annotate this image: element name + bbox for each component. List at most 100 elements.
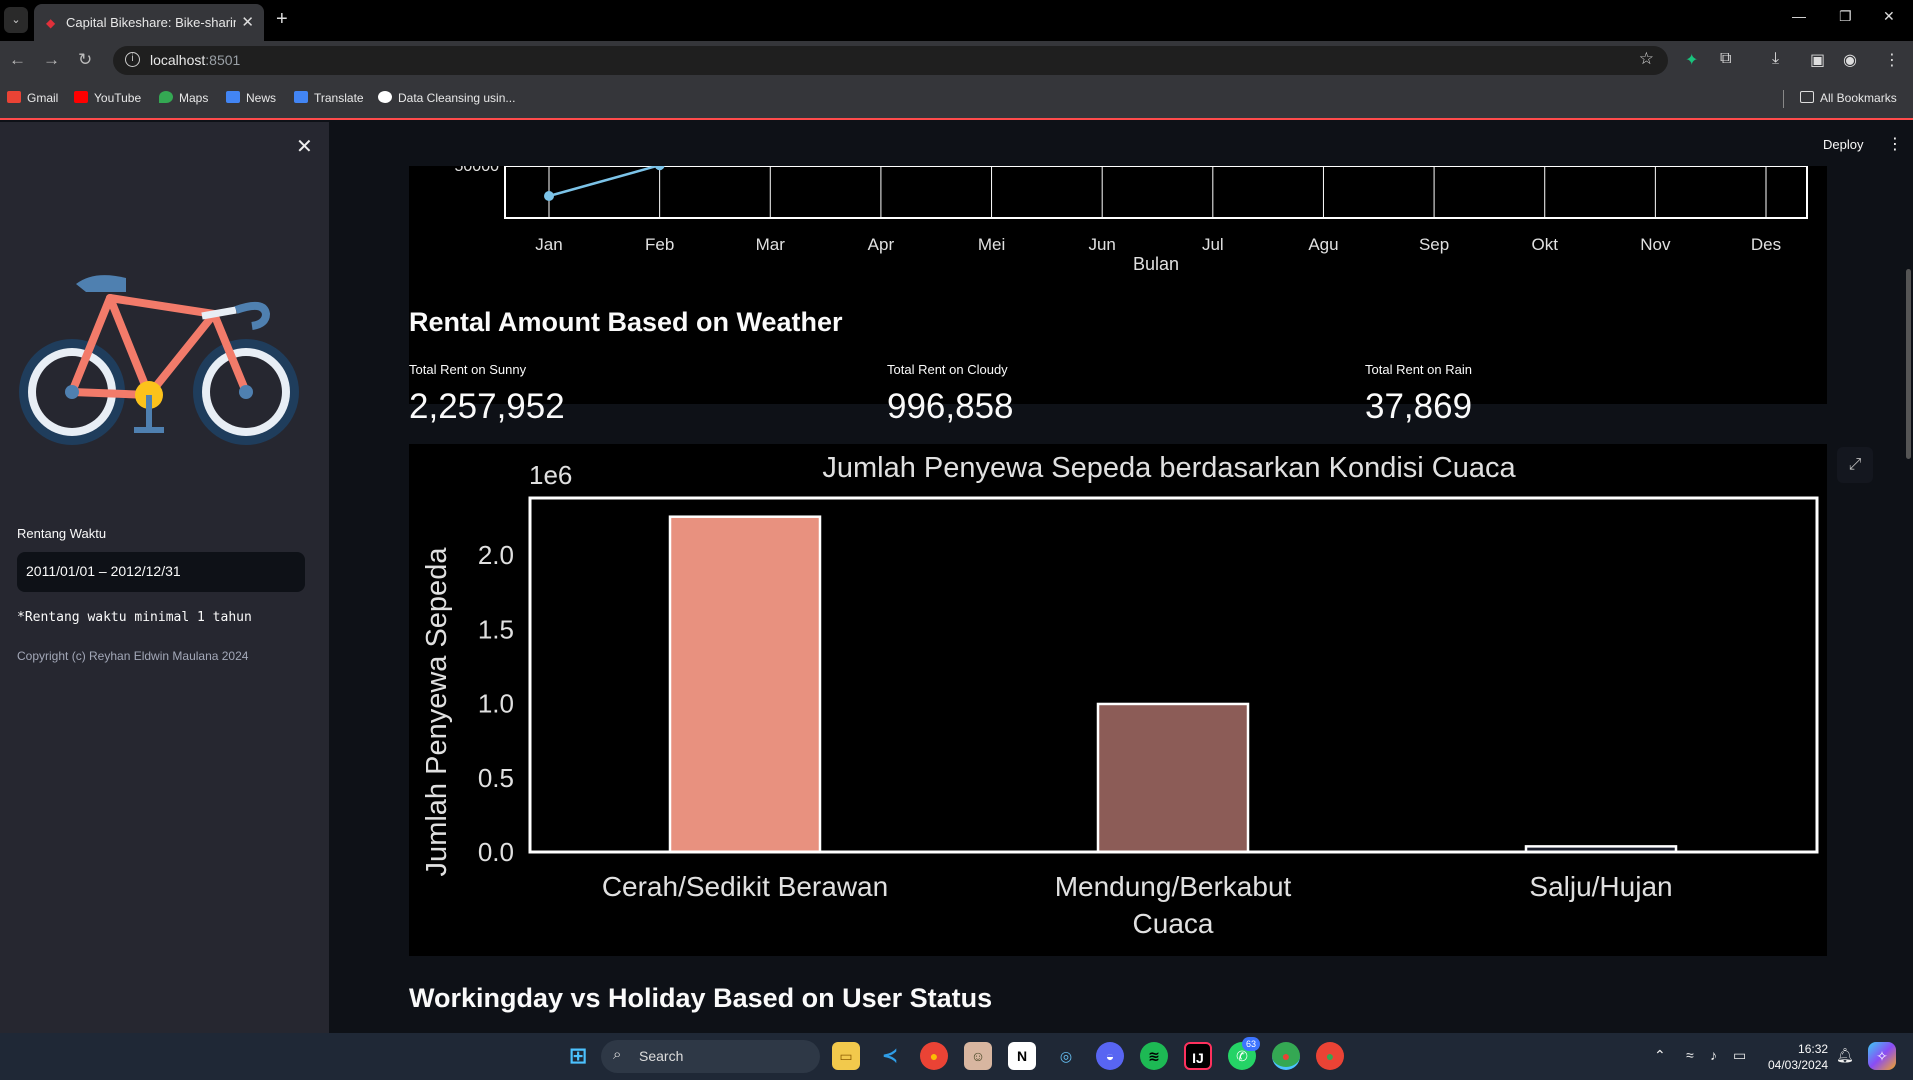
chrome-profile-icon[interactable]: ● [1316, 1042, 1344, 1070]
taskbar-clock[interactable]: 16:32 04/03/2024 [1768, 1041, 1828, 1073]
browser-tab[interactable]: ◆ Capital Bikeshare: Bike-sharing ✕ [34, 4, 264, 41]
bookmark-label: Maps [179, 91, 209, 105]
bookmark-translate[interactable]: Translate [294, 91, 364, 105]
line-chart-xtick: Jun [1088, 235, 1115, 254]
bar-chart-ytick: 1.0 [478, 689, 514, 719]
vscode-icon[interactable]: ≺ [876, 1042, 904, 1070]
chrome-icon[interactable]: ● [920, 1042, 948, 1070]
line-chart-xtick: Feb [645, 235, 674, 254]
tab-close-icon[interactable]: ✕ [241, 13, 254, 31]
maps-icon [159, 91, 173, 103]
line-chart-xtick: Sep [1419, 235, 1449, 254]
address-bar[interactable]: i localhost:8501 ☆ [113, 46, 1668, 75]
side-panel-icon[interactable]: ▣ [1810, 50, 1825, 70]
taskbar-search-label: Search [639, 1048, 684, 1064]
metric-value: 37,869 [1365, 387, 1473, 426]
tray-overflow-icon[interactable]: ⌃ [1654, 1047, 1666, 1064]
search-icon: ⌕ [613, 1046, 622, 1063]
bar-chart-xtick: Cuaca [1133, 908, 1214, 939]
date-range-input[interactable]: 2011/01/01 – 2012/12/31 [17, 552, 305, 592]
intellij-icon[interactable]: IJ [1184, 1042, 1212, 1070]
bar-chart-bar [1096, 702, 1250, 854]
clock-date: 04/03/2024 [1768, 1058, 1829, 1072]
windows-taskbar: ⊞ ⌕ Search ▭ ≺ ● ☺ N ◎ ◒ ≋ IJ ✆ 63 ● ● ⌃… [0, 1033, 1913, 1080]
bar-chart-xtick: Mendung/Berkabut [1055, 871, 1292, 902]
sidebar-close-icon[interactable]: ✕ [296, 134, 313, 159]
bookmark-label: Data Cleansing usin... [398, 91, 516, 105]
line-chart-plot-area [504, 166, 1808, 219]
news-icon [226, 91, 240, 103]
url-port: :8501 [205, 52, 241, 68]
all-bookmarks[interactable]: All Bookmarks [1800, 91, 1897, 105]
file-explorer-icon[interactable]: ▭ [832, 1042, 860, 1070]
minimize-icon[interactable]: — [1792, 8, 1806, 24]
notification-bell-icon[interactable]: 🔔︎ [1836, 1047, 1854, 1064]
wifi-icon[interactable]: ≈ [1686, 1047, 1694, 1063]
bar-chart-ytick: 0.5 [478, 763, 514, 793]
url-text: localhost:8501 [150, 52, 240, 68]
weather-bar-chart: Jumlah Penyewa Sepeda berdasarkan Kondis… [409, 444, 1827, 956]
battery-icon[interactable]: ▭ [1733, 1047, 1746, 1064]
line-chart-xtick: Des [1751, 235, 1781, 254]
line-chart-xtick: Nov [1640, 235, 1671, 254]
bar-chart-offset-label: 1e6 [529, 460, 572, 490]
browser-toolbar: ← → ↻ i localhost:8501 ☆ ✦ ⧉ ⤓ ▣ ◉ ⋮ [0, 41, 1913, 80]
forward-icon[interactable]: → [43, 50, 60, 70]
discord-icon[interactable]: ◒ [1096, 1042, 1124, 1070]
extensions-puzzle-icon[interactable]: ⧉ [1720, 50, 1731, 68]
weather-section-title: Rental Amount Based on Weather [409, 307, 843, 337]
bookmark-data-cleansing[interactable]: Data Cleansing usin... [378, 91, 515, 105]
metric-label: Total Rent on Cloudy [887, 362, 1008, 377]
deploy-button[interactable]: Deploy [1823, 137, 1863, 152]
anime-app-icon[interactable]: ☺ [964, 1042, 992, 1070]
tab-title: Capital Bikeshare: Bike-sharing [66, 15, 236, 30]
tab-search-menu-icon[interactable]: ⌄ [4, 7, 28, 33]
scrollbar-thumb[interactable] [1906, 269, 1911, 459]
chrome-menu-icon[interactable]: ⋮ [1884, 50, 1900, 70]
metric-label: Total Rent on Sunny [409, 362, 527, 377]
notion-icon[interactable]: N [1008, 1042, 1036, 1070]
translate-icon [294, 91, 308, 103]
site-info-icon[interactable]: i [125, 52, 140, 67]
bookmark-label: Gmail [27, 91, 59, 105]
metric-value: 996,858 [887, 387, 1014, 426]
taskbar-search[interactable]: ⌕ Search [601, 1040, 820, 1073]
bookmark-label: News [246, 91, 277, 105]
bar-chart-ytick: 1.5 [478, 614, 514, 644]
line-chart-xtick: Mei [978, 235, 1005, 254]
spotify-icon[interactable]: ≋ [1140, 1042, 1168, 1070]
bookmark-label: Translate [314, 91, 364, 105]
chrome-active-icon[interactable]: ● [1272, 1042, 1300, 1070]
restore-icon[interactable]: ❐ [1839, 8, 1852, 25]
back-icon[interactable]: ← [9, 50, 26, 70]
copilot-icon[interactable]: ✧ [1868, 1042, 1896, 1070]
sidebar: ✕ Rentang Waktu 2011/01/01 – 2012/12/31 … [0, 122, 329, 1033]
browser-tab-bar: ⌄ ◆ Capital Bikeshare: Bike-sharing ✕ + … [0, 0, 1913, 41]
metric-cloudy: Total Rent on Cloudy 996,858 [887, 362, 1014, 427]
line-chart-xtick: Okt [1532, 235, 1559, 254]
date-range-label: Rentang Waktu [17, 526, 107, 541]
volume-icon[interactable]: ♪ [1710, 1047, 1717, 1063]
line-chart-ytick: 50000 [455, 166, 500, 175]
steam-icon[interactable]: ◎ [1052, 1042, 1080, 1070]
bookmark-news[interactable]: News [226, 91, 276, 105]
bookmark-star-icon[interactable]: ☆ [1639, 49, 1654, 69]
date-range-note: *Rentang waktu minimal 1 tahun [17, 610, 252, 625]
bookmark-maps[interactable]: Maps [159, 91, 208, 105]
download-icon[interactable]: ⤓ [1772, 50, 1779, 68]
windows-start-icon[interactable]: ⊞ [564, 1042, 592, 1070]
monthly-rental-line-chart: 50000 Jan Feb Mar Apr Mei Jun Jul Agu Sep Okt Nov D… [409, 166, 1827, 404]
bar-chart-xtick: Cerah/Sedikit Berawan [602, 871, 888, 902]
metric-value: 2,257,952 [409, 387, 565, 426]
profile-avatar-icon[interactable]: ◉ [1843, 50, 1857, 70]
bookmark-youtube[interactable]: YouTube [74, 91, 141, 105]
line-chart-xlabel: Bulan [1133, 254, 1179, 274]
app-menu-icon[interactable]: ⋮ [1887, 134, 1903, 154]
fullscreen-expand-icon[interactable]: ⤢ [1837, 447, 1873, 483]
extension-icon[interactable]: ✦ [1685, 50, 1698, 70]
medium-icon [378, 91, 392, 103]
reload-icon[interactable]: ↻ [78, 50, 92, 70]
close-window-icon[interactable]: ✕ [1883, 8, 1895, 25]
new-tab-icon[interactable]: + [276, 8, 288, 31]
bookmark-gmail[interactable]: Gmail [7, 91, 58, 105]
